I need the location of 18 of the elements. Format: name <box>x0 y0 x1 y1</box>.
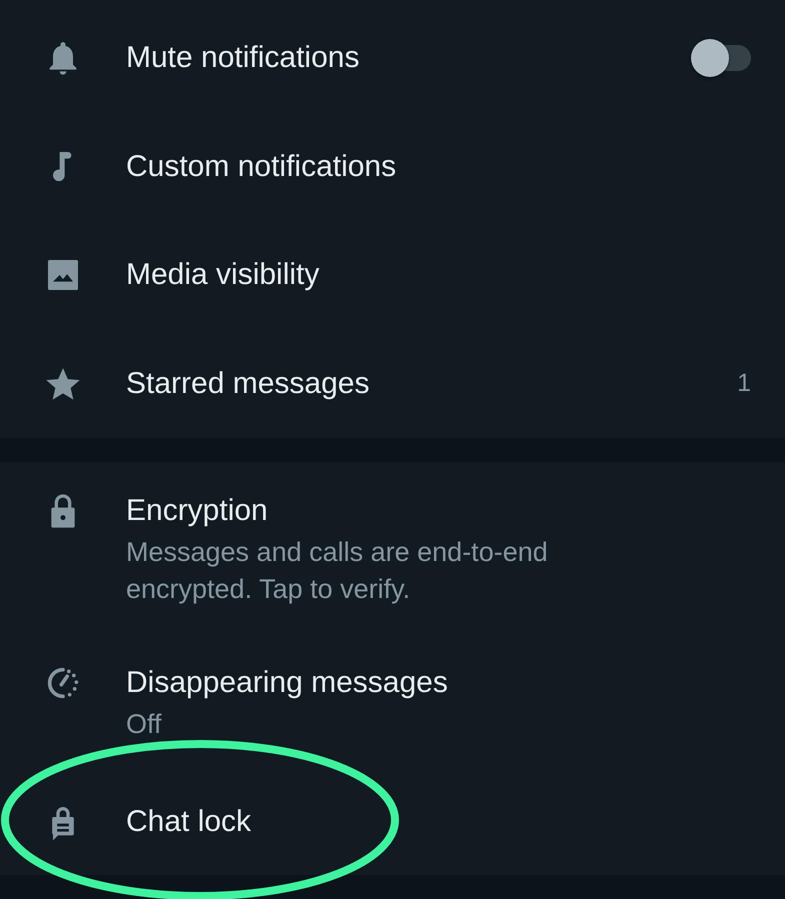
settings-item[interactable]: Encryption Messages and calls are end-to-end encrypted. Tap to verify. <box>0 462 785 634</box>
item-title: Chat lock <box>126 804 252 840</box>
item-title: Media visibility <box>126 257 320 294</box>
item-title: Custom notifications <box>126 148 396 185</box>
item-count: 1 <box>737 369 751 398</box>
settings-item[interactable]: Chat lock <box>0 769 785 875</box>
item-subtitle: Off <box>126 708 163 741</box>
settings-item[interactable]: Mute notifications <box>0 4 785 112</box>
item-subtitle: Messages and calls are end-to-end encrypted. Tap to verify. <box>126 536 549 606</box>
toggle-switch[interactable] <box>691 39 753 78</box>
item-title: Disappearing messages <box>126 665 448 701</box>
settings-item[interactable]: Starred messages 1 <box>0 330 785 438</box>
item-title: Encryption <box>126 493 268 529</box>
settings-item[interactable]: Media visibility <box>0 221 785 330</box>
item-title: Mute notifications <box>126 40 360 76</box>
settings-item[interactable]: Disappearing messages Off <box>0 634 785 769</box>
item-title: Starred messages <box>126 366 370 402</box>
settings-item[interactable]: Custom notifications <box>0 112 785 221</box>
